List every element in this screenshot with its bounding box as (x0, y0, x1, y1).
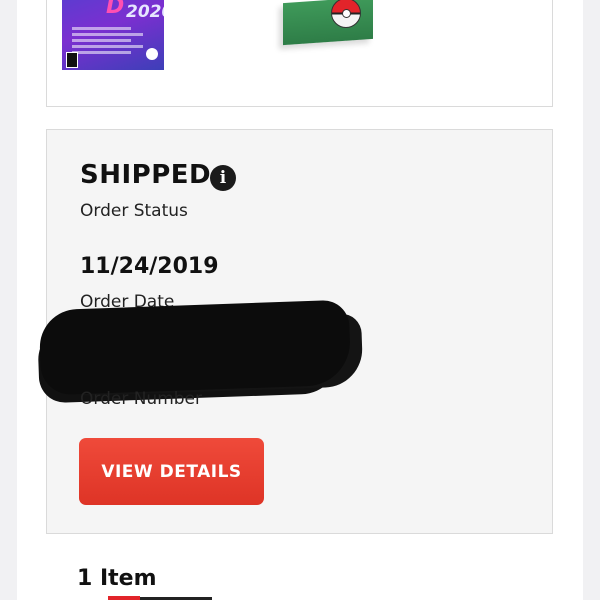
game-art-tracklist (72, 24, 156, 57)
order-number-redaction (38, 299, 352, 396)
view-details-button[interactable]: VIEW DETAILS (79, 438, 264, 505)
game-art-title: D (106, 0, 124, 19)
items-count-title: 1 Item (77, 566, 157, 591)
info-icon[interactable]: i (210, 165, 236, 191)
order-status-value: SHIPPED (80, 160, 212, 190)
order-status-label: Order Status (80, 201, 188, 221)
product-image-game[interactable]: D 2020 (62, 0, 164, 70)
order-date-value: 11/24/2019 (80, 254, 219, 279)
rating-badge-icon (66, 52, 78, 68)
order-number-label: Order Number (80, 389, 203, 409)
publisher-logo-icon (146, 48, 158, 60)
item-thumbnail-strip (108, 596, 140, 600)
game-art-year: 2020 (126, 2, 164, 22)
